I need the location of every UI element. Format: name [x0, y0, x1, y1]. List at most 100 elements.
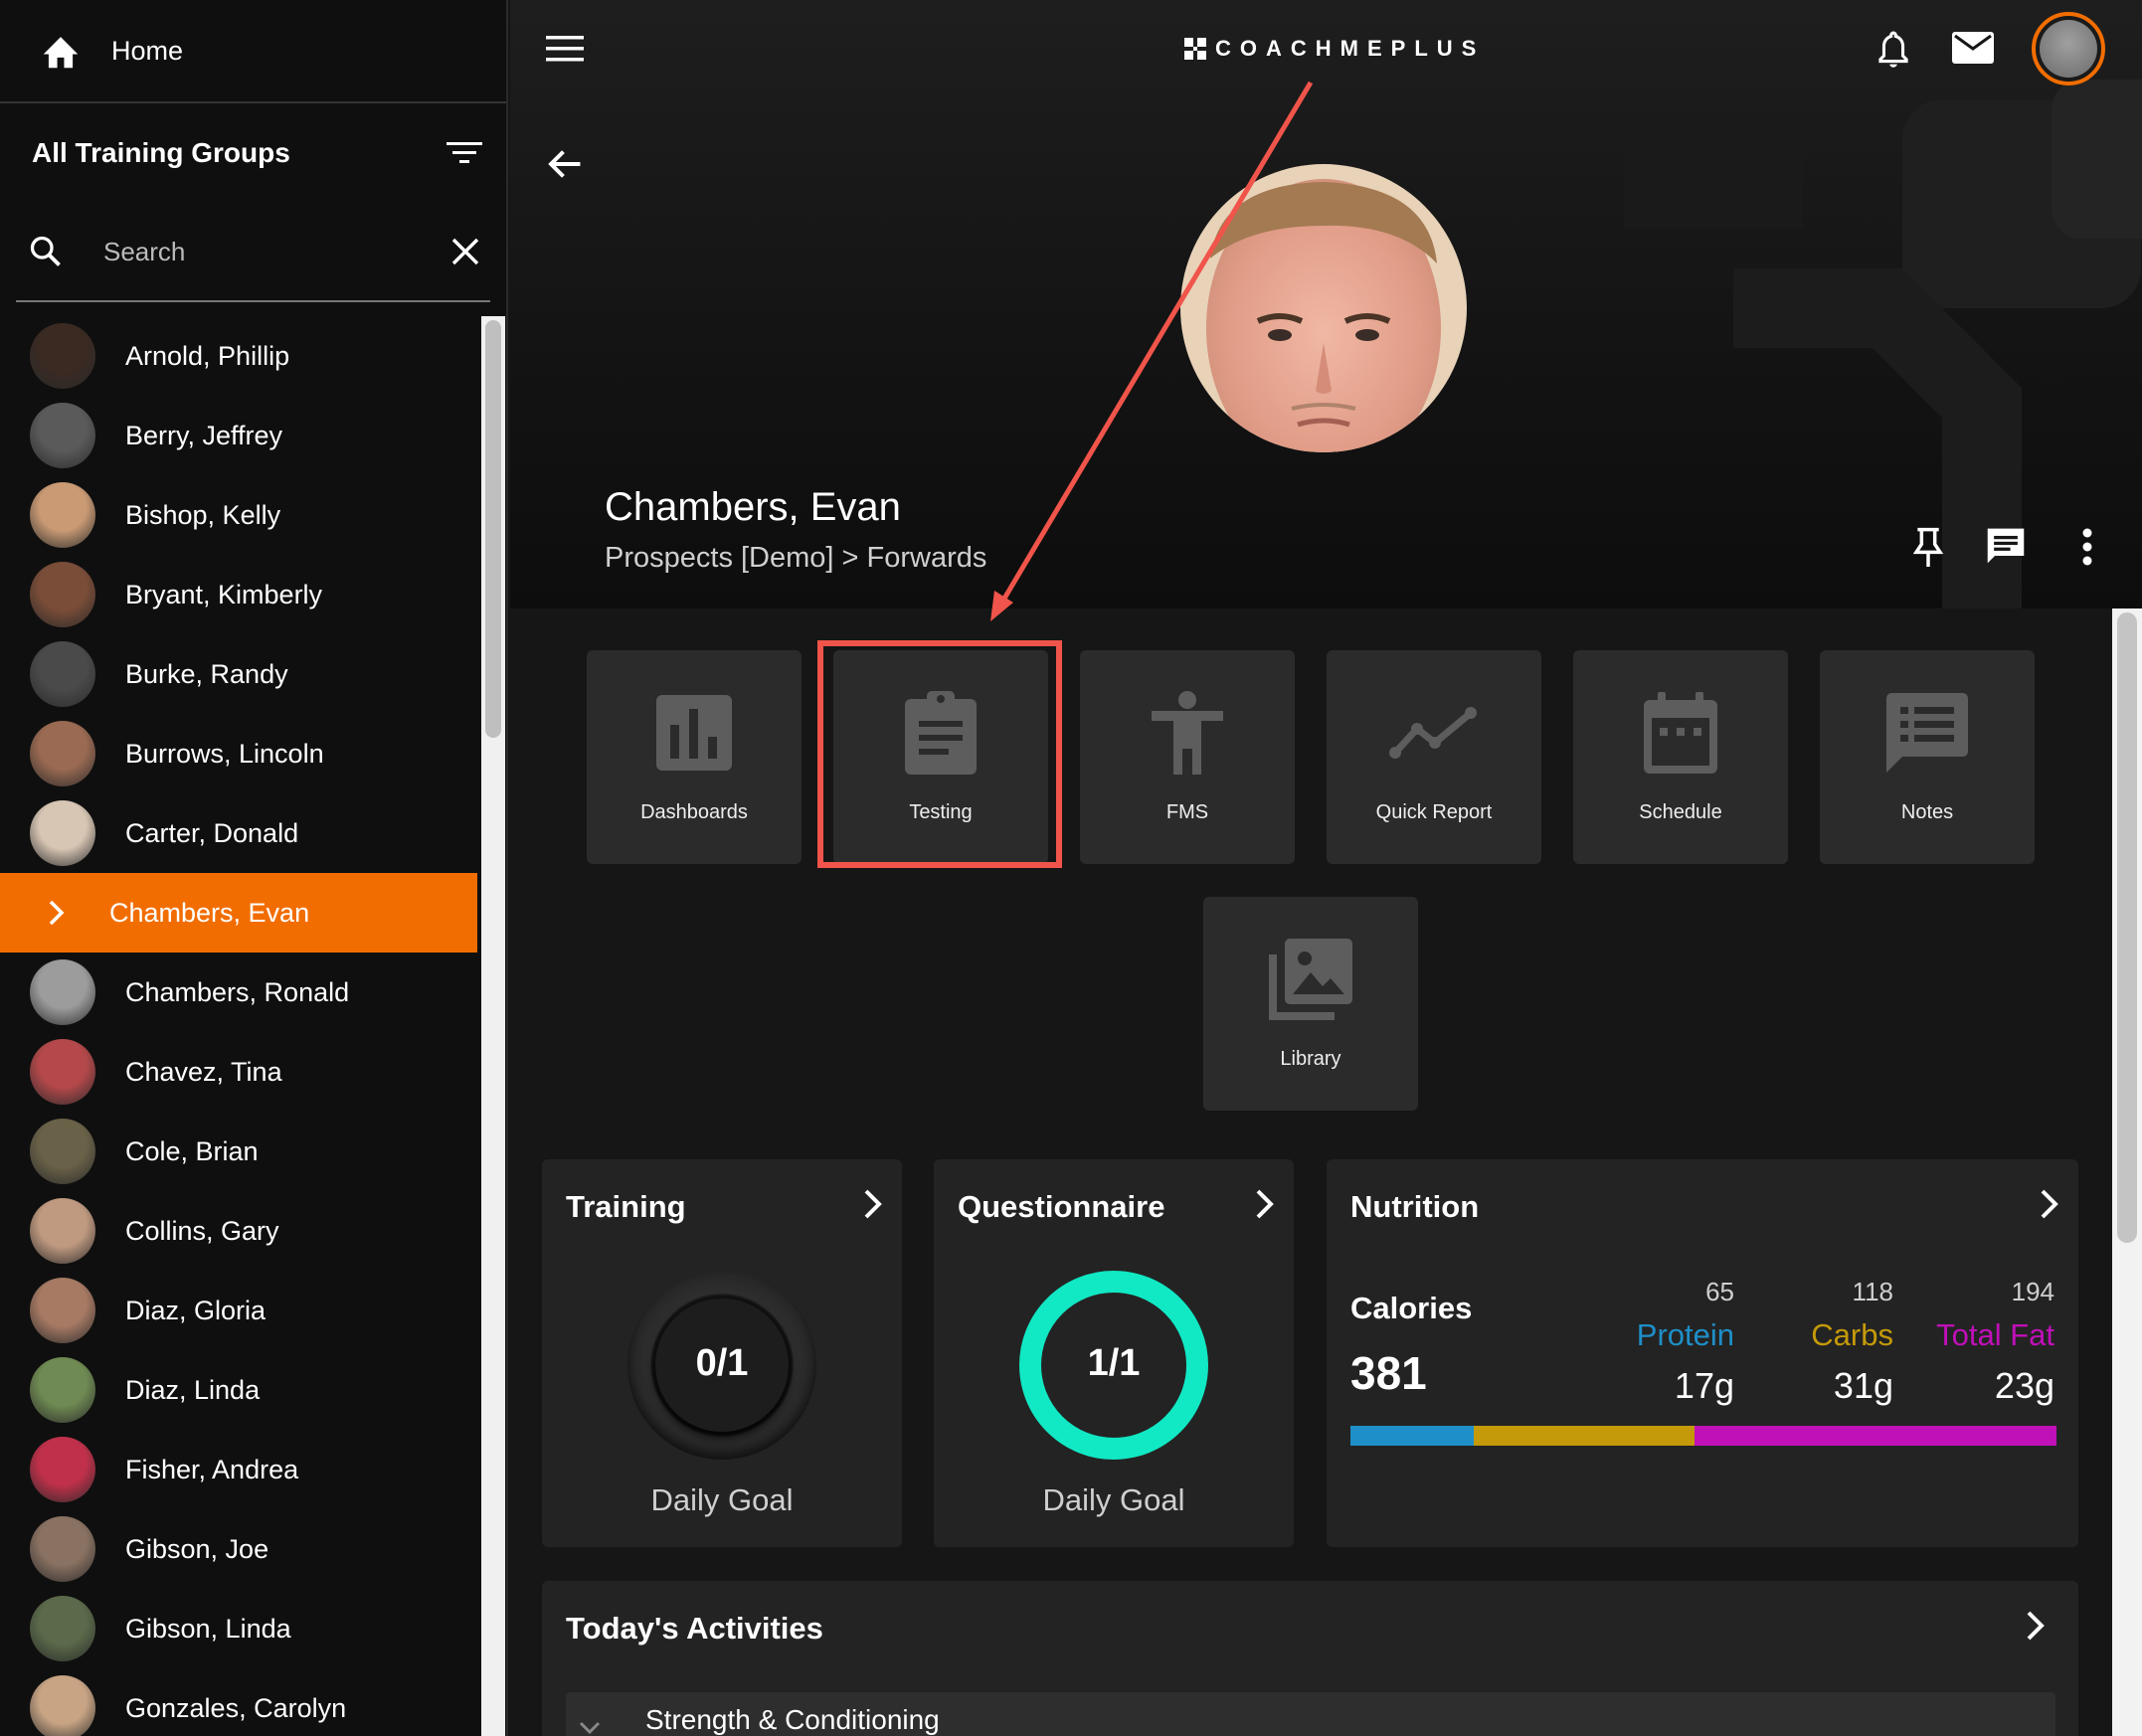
athlete-list-item[interactable]: Gibson, Joe: [0, 1509, 477, 1589]
athlete-list-item[interactable]: Chambers, Ronald: [0, 953, 477, 1032]
macro-value: 17g: [1674, 1365, 1734, 1406]
athlete-list-item[interactable]: Burrows, Lincoln: [0, 714, 477, 793]
main-scrollbar-thumb[interactable]: [2117, 612, 2137, 1243]
questionnaire-card[interactable]: Questionnaire 1/1 Daily Goal: [934, 1159, 1294, 1547]
menu-icon[interactable]: [546, 36, 584, 62]
training-card[interactable]: Training 0/1 Daily Goal: [542, 1159, 902, 1547]
tile-library[interactable]: Library: [1203, 897, 1418, 1111]
athlete-avatar: [30, 800, 95, 866]
athlete-list-name: Collins, Gary: [125, 1215, 279, 1246]
chevron-right-icon[interactable]: [2039, 1187, 2060, 1221]
background-pattern: [1624, 80, 2142, 608]
athlete-list-item[interactable]: Bryant, Kimberly: [0, 555, 477, 634]
macro-label: Protein: [1636, 1317, 1734, 1352]
notes-icon: [1886, 693, 1968, 773]
tile-schedule[interactable]: Schedule: [1573, 650, 1788, 864]
athlete-avatar: [30, 1357, 95, 1423]
tile-label: Notes: [1900, 801, 1954, 823]
tile-notes[interactable]: Notes: [1820, 650, 2035, 864]
activity-item[interactable]: Strength & Conditioning: [566, 1692, 2055, 1736]
athlete-avatar: [30, 562, 95, 627]
training-groups-header: All Training Groups: [0, 103, 506, 203]
tile-label: Quick Report: [1375, 801, 1493, 823]
sidebar-scrollbar-thumb[interactable]: [485, 320, 501, 738]
bar-chart-icon: [656, 695, 732, 771]
back-arrow-icon[interactable]: [546, 147, 584, 181]
athlete-list-item[interactable]: Burke, Randy: [0, 634, 477, 714]
chevron-right-icon[interactable]: [1254, 1187, 1276, 1221]
pin-icon[interactable]: [1912, 525, 1944, 569]
athlete-avatar: [30, 1675, 95, 1736]
macro-target: 65: [1705, 1277, 1734, 1306]
todays-activities-title: Today's Activities: [566, 1611, 823, 1646]
coachmeplus-logo[interactable]: COACHMEPLUS: [1183, 36, 1485, 62]
tile-label: Library: [1280, 1048, 1341, 1070]
athlete-list-item[interactable]: Chambers, Evan: [0, 873, 477, 953]
tile-fms[interactable]: FMS: [1080, 650, 1295, 864]
athlete-list-item[interactable]: Bishop, Kelly: [0, 475, 477, 555]
sidebar: Home All Training Groups Arnold, Phillip…: [0, 0, 508, 1736]
athlete-list-item[interactable]: Collins, Gary: [0, 1191, 477, 1271]
chevron-right-icon[interactable]: [2025, 1609, 2047, 1643]
athlete-list-name: Diaz, Linda: [125, 1374, 261, 1405]
message-icon[interactable]: [1984, 525, 2028, 567]
chevron-down-icon[interactable]: [578, 1720, 602, 1736]
athlete-list-item[interactable]: Fisher, Andrea: [0, 1430, 477, 1509]
home-nav-item[interactable]: Home: [0, 0, 506, 103]
athlete-avatar: [30, 959, 95, 1025]
athlete-list-name: Bishop, Kelly: [125, 499, 281, 530]
athlete-list-name: Cole, Brian: [125, 1135, 259, 1166]
home-label: Home: [111, 35, 184, 66]
athlete-list-item[interactable]: Carter, Donald: [0, 793, 477, 873]
training-card-title: Training: [566, 1189, 686, 1224]
tile-quick-report[interactable]: Quick Report: [1327, 650, 1541, 864]
mail-icon[interactable]: [1952, 32, 1994, 64]
clear-search-icon[interactable]: [450, 237, 480, 266]
athlete-list-item[interactable]: Diaz, Linda: [0, 1350, 477, 1430]
athlete-group-breadcrumb: Prospects [Demo] > Forwards: [605, 542, 987, 574]
athlete-list-item[interactable]: Gibson, Linda: [0, 1589, 477, 1668]
athlete-list-name: Carter, Donald: [125, 817, 299, 848]
macro-bar-segment: [1694, 1426, 2057, 1446]
training-progress-value: 0/1: [695, 1342, 749, 1384]
athlete-avatar: [30, 323, 95, 389]
athlete-list-name: Berry, Jeffrey: [125, 420, 283, 450]
search-input[interactable]: [101, 235, 450, 268]
athlete-list-item[interactable]: Diaz, Gloria: [0, 1271, 477, 1350]
athlete-list-item[interactable]: Chavez, Tina: [0, 1032, 477, 1112]
athlete-list-item[interactable]: Arnold, Phillip: [0, 316, 477, 396]
macro-value: 31g: [1833, 1365, 1893, 1406]
athlete-avatar: [30, 1039, 95, 1105]
athlete-list-name: Burrows, Lincoln: [125, 738, 324, 769]
nutrition-card[interactable]: Nutrition Calories 381 65 Protein 17g 11…: [1327, 1159, 2078, 1547]
questionnaire-progress-value: 1/1: [1087, 1342, 1141, 1384]
athlete-list-item[interactable]: Berry, Jeffrey: [0, 396, 477, 475]
athlete-list-name: Gibson, Joe: [125, 1533, 269, 1564]
training-goal-label: Daily Goal: [650, 1482, 794, 1517]
tile-label: Testing: [909, 801, 973, 823]
top-app-bar: COACHMEPLUS: [510, 0, 2142, 99]
profile-header: COACHMEPLUS Chambers, Evan Prospects [De…: [510, 0, 2142, 608]
chevron-right-icon[interactable]: [862, 1187, 884, 1221]
tile-testing[interactable]: Testing: [833, 650, 1048, 864]
macro-carbs: 118 Carbs 31g: [1811, 1277, 1893, 1407]
athlete-list-name: Burke, Randy: [125, 658, 288, 689]
athlete-list-name: Gonzales, Carolyn: [125, 1692, 347, 1723]
home-icon: [40, 32, 82, 70]
filter-icon[interactable]: [445, 138, 484, 168]
more-options-icon[interactable]: [2081, 527, 2093, 567]
athlete-list-name: Bryant, Kimberly: [125, 579, 323, 609]
user-avatar[interactable]: [2032, 12, 2105, 86]
athlete-avatar: [30, 641, 95, 707]
athlete-search-box: [16, 203, 490, 302]
tile-dashboards[interactable]: Dashboards: [587, 650, 802, 864]
todays-activities-card[interactable]: Today's Activities Strength & Conditioni…: [542, 1581, 2078, 1736]
calendar-icon: [1644, 692, 1717, 774]
bell-icon[interactable]: [1874, 30, 1912, 70]
athlete-list-item[interactable]: Gonzales, Carolyn: [0, 1668, 477, 1736]
athlete-list-name: Fisher, Andrea: [125, 1454, 299, 1484]
athlete-avatar: [30, 1198, 95, 1264]
trend-line-icon: [1389, 705, 1479, 761]
athlete-list-item[interactable]: Cole, Brian: [0, 1112, 477, 1191]
macro-target: 194: [2011, 1277, 2054, 1306]
